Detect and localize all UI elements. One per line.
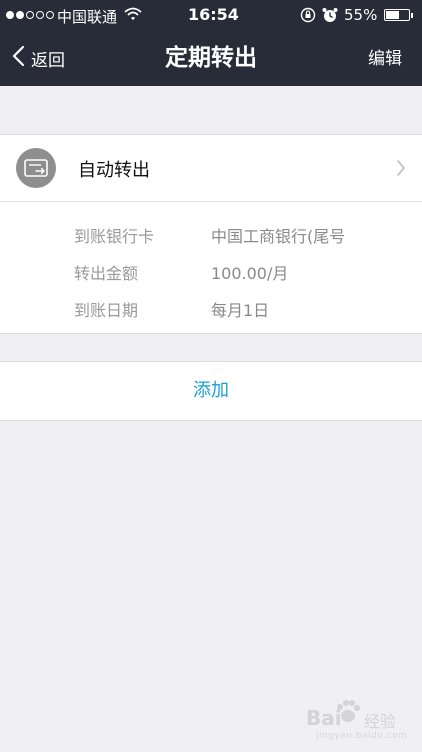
detail-value: 100.00/月 bbox=[211, 264, 289, 283]
back-label: 返回 bbox=[31, 50, 65, 71]
auto-transfer-row[interactable]: 自动转出 bbox=[0, 135, 422, 202]
top-bar: 中国联通 16:54 55% 返回 定期转出 编辑 bbox=[0, 0, 422, 86]
watermark-suffix: 经验 bbox=[364, 712, 397, 731]
battery-level-fill bbox=[386, 11, 400, 19]
chevron-right-icon bbox=[396, 159, 406, 181]
signal-dot bbox=[46, 11, 54, 19]
signal-dot bbox=[26, 11, 34, 19]
add-button[interactable]: 添加 bbox=[0, 361, 422, 421]
signal-strength-icon bbox=[6, 11, 54, 19]
auto-transfer-title: 自动转出 bbox=[78, 160, 150, 181]
alarm-icon bbox=[322, 7, 338, 27]
detail-row-amount: 转出金额 100.00/月 bbox=[74, 260, 414, 284]
signal-dot bbox=[36, 11, 44, 19]
battery-percent: 55% bbox=[344, 6, 378, 24]
edit-button[interactable]: 编辑 bbox=[368, 44, 402, 69]
detail-label: 到账日期 bbox=[74, 301, 139, 320]
baidu-jingyan-watermark: Bai 经验 jingyan.baidu.com bbox=[306, 697, 416, 741]
detail-row-bank-card: 到账银行卡 中国工商银行(尾号 bbox=[74, 223, 414, 247]
wifi-icon bbox=[124, 7, 142, 25]
signal-dot bbox=[6, 11, 14, 19]
detail-row-date: 到账日期 每月1日 bbox=[74, 297, 414, 321]
detail-label: 到账银行卡 bbox=[74, 227, 155, 246]
detail-value: 每月1日 bbox=[211, 301, 270, 320]
detail-value: 中国工商银行(尾号 bbox=[211, 227, 346, 246]
carrier-name: 中国联通 bbox=[57, 8, 118, 26]
status-time: 16:54 bbox=[188, 5, 239, 24]
battery-icon bbox=[384, 9, 410, 21]
chevron-left-icon bbox=[12, 45, 25, 71]
auto-transfer-card: 自动转出 到账银行卡 中国工商银行(尾号 转出金额 100.00/月 到账日期 … bbox=[0, 134, 422, 334]
rotation-lock-icon bbox=[300, 7, 316, 27]
status-bar: 中国联通 16:54 55% bbox=[0, 0, 422, 30]
navigation-bar: 返回 定期转出 编辑 bbox=[0, 30, 422, 86]
detail-label: 转出金额 bbox=[74, 264, 139, 283]
watermark-url: jingyan.baidu.com bbox=[316, 731, 408, 741]
card-transfer-icon bbox=[16, 148, 56, 188]
paw-icon bbox=[334, 699, 362, 729]
back-button[interactable]: 返回 bbox=[12, 42, 65, 74]
signal-dot bbox=[16, 11, 24, 19]
battery-nub bbox=[411, 13, 413, 18]
